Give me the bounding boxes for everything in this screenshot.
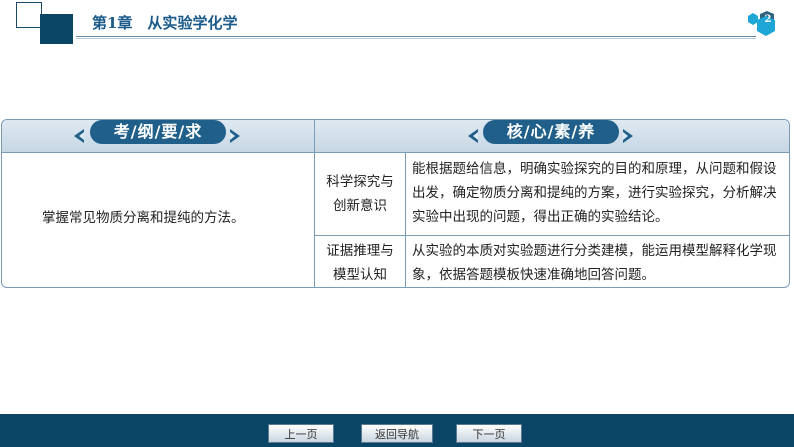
header-decor-outline: [16, 2, 42, 28]
literacy-desc-line: 能根据题给信息，明确实验探究的目的和原理，从问题和假设: [412, 161, 777, 177]
page-number: 2: [764, 14, 772, 25]
literacy-label-2: 证据推理与 模型认知: [316, 239, 404, 287]
arrow-left-inner: [79, 132, 84, 140]
chapter-title: 第1章 从实验学化学: [92, 14, 238, 32]
requirements-table: 考/纲/要/求 核/心/素/养 掌握常见物质分离和提纯的方法。 科学探究与 创新…: [1, 119, 790, 288]
literacy-desc-1: 能根据题给信息，明确实验探究的目的和原理，从问题和假设 出发，确定物质分离和提纯…: [412, 157, 784, 229]
literacy-label-line: 创新意识: [333, 198, 387, 214]
column-divider: [405, 152, 406, 287]
table-header-row: 考/纲/要/求 核/心/素/养: [2, 120, 789, 153]
literacy-desc-2: 从实验的本质对实验题进行分类建模，能运用模型解释化学现 象，依据答题模板快速准确…: [412, 239, 784, 287]
arrow-right-inner: [623, 132, 628, 140]
literacy-label-line: 证据推理与: [326, 243, 394, 259]
next-page-button[interactable]: 下一页: [456, 424, 522, 443]
literacy-label-line: 模型认知: [333, 267, 387, 283]
requirement-text: 掌握常见物质分离和提纯的方法。: [42, 210, 245, 226]
header-divider: [76, 36, 756, 37]
literacy-desc-line: 象，依据答题模板快速准确地回答问题。: [412, 267, 655, 283]
arrow-left-inner: [473, 132, 478, 140]
back-to-nav-button[interactable]: 返回导航: [361, 424, 433, 443]
literacy-desc-line: 出发，确定物质分离和提纯的方案，进行实验探究，分析解决: [412, 185, 777, 201]
literacy-desc-line: 实验中出现的问题，得出正确的实验结论。: [412, 209, 669, 225]
arrow-right-inner: [230, 132, 235, 140]
column-header-literacy: 核/心/素/养: [483, 120, 619, 144]
header-divider-light: [76, 38, 756, 39]
header-decor-fill: [40, 14, 73, 44]
literacy-label-1: 科学探究与 创新意识: [316, 170, 404, 218]
literacy-desc-line: 从实验的本质对实验题进行分类建模，能运用模型解释化学现: [412, 243, 777, 259]
row-divider: [314, 235, 789, 236]
literacy-label-line: 科学探究与: [326, 174, 394, 190]
prev-page-button[interactable]: 上一页: [268, 424, 334, 443]
column-divider: [314, 120, 315, 287]
column-header-requirements: 考/纲/要/求: [90, 120, 226, 144]
